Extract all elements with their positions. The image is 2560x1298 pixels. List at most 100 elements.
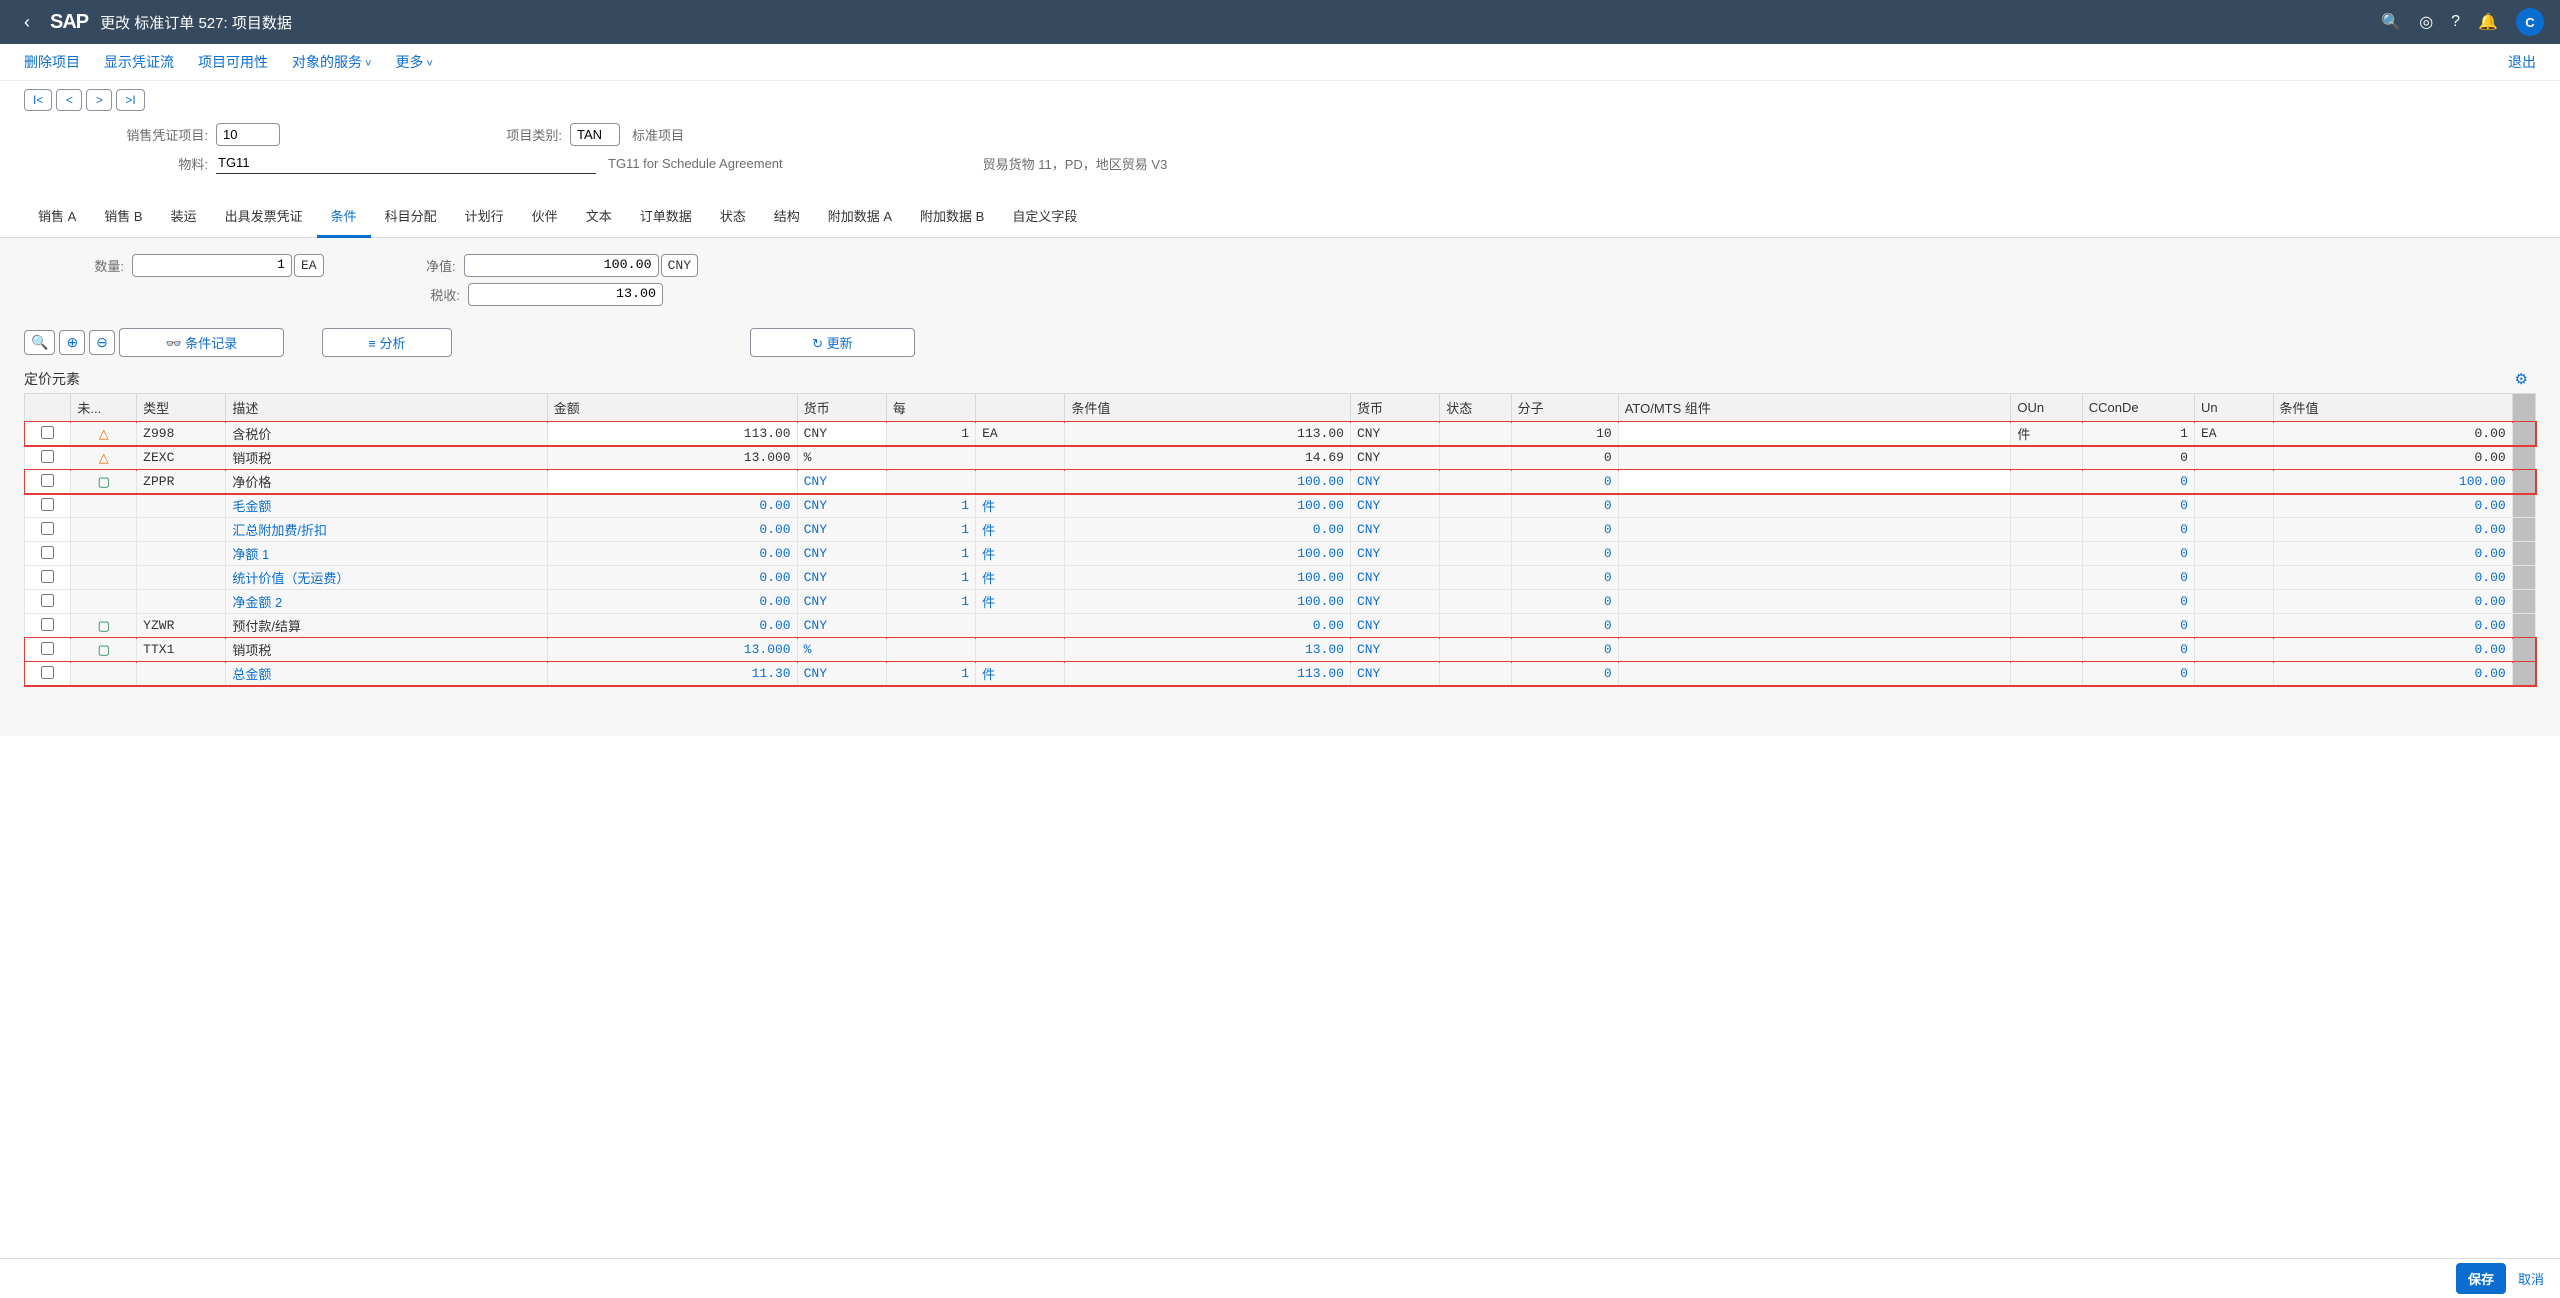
table-cell[interactable] (25, 614, 71, 638)
table-cell[interactable] (25, 566, 71, 590)
table-row: 汇总附加费/折扣0.00CNY1件0.00CNY000.00 (25, 518, 2536, 542)
scrollbar[interactable] (2512, 638, 2535, 662)
zoom-in-icon[interactable]: 🔍 (24, 330, 55, 355)
scrollbar[interactable] (2512, 422, 2535, 446)
save-button[interactable]: 保存 (2456, 1263, 2506, 1294)
table-cell[interactable] (25, 590, 71, 614)
help-icon[interactable]: ? (2451, 13, 2460, 31)
table-cell (71, 542, 137, 566)
bell-icon[interactable]: 🔔 (2478, 12, 2498, 32)
table-cell[interactable]: CNY (797, 470, 886, 494)
table-cell[interactable] (1618, 422, 2011, 446)
display-doc-flow-link[interactable]: 显示凭证流 (104, 52, 174, 72)
col-header[interactable]: OUn (2011, 394, 2082, 422)
scrollbar[interactable] (2512, 614, 2535, 638)
table-cell[interactable] (25, 518, 71, 542)
table-cell[interactable] (25, 494, 71, 518)
prev-button[interactable]: < (56, 89, 82, 111)
scrollbar[interactable] (2512, 662, 2535, 686)
col-header[interactable]: ATO/MTS 组件 (1618, 394, 2011, 422)
search-icon[interactable]: 🔍 (2381, 12, 2401, 32)
scrollbar[interactable] (2512, 446, 2535, 470)
item-category-input[interactable] (570, 123, 620, 146)
col-header[interactable]: CConDe (2082, 394, 2194, 422)
scrollbar[interactable] (2512, 566, 2535, 590)
next-button[interactable]: > (86, 89, 112, 111)
table-cell[interactable] (547, 470, 797, 494)
col-header[interactable] (976, 394, 1065, 422)
table-cell[interactable]: 113.00 (547, 422, 797, 446)
tab-7[interactable]: 伙伴 (518, 196, 572, 237)
condition-record-button[interactable]: 👓 条件记录 (119, 328, 284, 357)
table-cell[interactable] (25, 542, 71, 566)
table-cell (2011, 470, 2082, 494)
scrollbar[interactable] (2512, 494, 2535, 518)
table-cell[interactable] (25, 470, 71, 494)
tab-4[interactable]: 条件 (317, 196, 371, 238)
table-cell: CNY (1350, 470, 1439, 494)
tab-5[interactable]: 科目分配 (371, 196, 451, 237)
first-button[interactable]: I< (24, 89, 52, 111)
tab-8[interactable]: 文本 (572, 196, 626, 237)
more-link[interactable]: 更多 (395, 52, 432, 72)
table-cell: CNY (797, 662, 886, 686)
col-header[interactable]: 未... (71, 394, 137, 422)
cancel-button[interactable]: 取消 (2518, 1269, 2544, 1288)
col-header[interactable]: 条件值 (2273, 394, 2512, 422)
clock-icon[interactable]: ◎ (2419, 12, 2433, 32)
tab-0[interactable]: 销售 A (24, 196, 90, 237)
table-cell[interactable] (25, 446, 71, 470)
table-cell[interactable] (25, 638, 71, 662)
table-cell[interactable]: CNY (797, 422, 886, 446)
update-button[interactable]: ↻ 更新 (750, 328, 915, 357)
plus-icon[interactable]: ⊕ (59, 330, 85, 355)
table-cell[interactable] (25, 662, 71, 686)
analyze-button[interactable]: ≡ 分析 (322, 328, 452, 357)
table-cell[interactable] (1618, 470, 2011, 494)
qty-input[interactable] (132, 254, 292, 277)
tab-1[interactable]: 销售 B (90, 196, 156, 237)
net-input[interactable] (464, 254, 659, 277)
tax-input[interactable] (468, 283, 663, 306)
tab-11[interactable]: 结构 (760, 196, 814, 237)
table-cell: CNY (797, 542, 886, 566)
avatar[interactable]: C (2516, 8, 2544, 36)
scrollbar[interactable] (2512, 518, 2535, 542)
col-header[interactable]: 分子 (1511, 394, 1618, 422)
table-cell (886, 470, 975, 494)
scrollbar[interactable] (2512, 590, 2535, 614)
exit-link[interactable]: 退出 (2508, 52, 2536, 72)
tab-10[interactable]: 状态 (706, 196, 760, 237)
col-header[interactable]: 每 (886, 394, 975, 422)
scrollbar[interactable] (2512, 542, 2535, 566)
item-availability-link[interactable]: 项目可用性 (198, 52, 268, 72)
table-cell[interactable] (25, 422, 71, 446)
tab-12[interactable]: 附加数据 A (814, 196, 906, 237)
object-services-link[interactable]: 对象的服务 (292, 52, 371, 72)
material-input[interactable] (216, 152, 596, 174)
tab-3[interactable]: 出具发票凭证 (211, 196, 317, 237)
table-cell: CNY (1350, 614, 1439, 638)
scrollbar[interactable] (2512, 394, 2535, 422)
col-header[interactable]: 货币 (797, 394, 886, 422)
col-header[interactable]: 金额 (547, 394, 797, 422)
tab-2[interactable]: 装运 (157, 196, 211, 237)
tab-14[interactable]: 自定义字段 (998, 196, 1091, 237)
minus-icon[interactable]: ⊖ (89, 330, 115, 355)
last-button[interactable]: >I (116, 89, 144, 111)
sales-doc-item-input[interactable] (216, 123, 280, 146)
back-button[interactable]: ‹ (16, 8, 38, 37)
col-header[interactable]: 状态 (1440, 394, 1511, 422)
col-header[interactable] (25, 394, 71, 422)
col-header[interactable]: 条件值 (1065, 394, 1351, 422)
col-header[interactable]: Un (2194, 394, 2273, 422)
delete-item-link[interactable]: 删除项目 (24, 52, 80, 72)
tab-9[interactable]: 订单数据 (626, 196, 706, 237)
scrollbar[interactable] (2512, 470, 2535, 494)
gear-icon[interactable]: ⚙ (2515, 370, 2528, 388)
tab-6[interactable]: 计划行 (451, 196, 518, 237)
tab-13[interactable]: 附加数据 B (906, 196, 998, 237)
col-header[interactable]: 货币 (1350, 394, 1439, 422)
col-header[interactable]: 类型 (137, 394, 226, 422)
col-header[interactable]: 描述 (226, 394, 547, 422)
